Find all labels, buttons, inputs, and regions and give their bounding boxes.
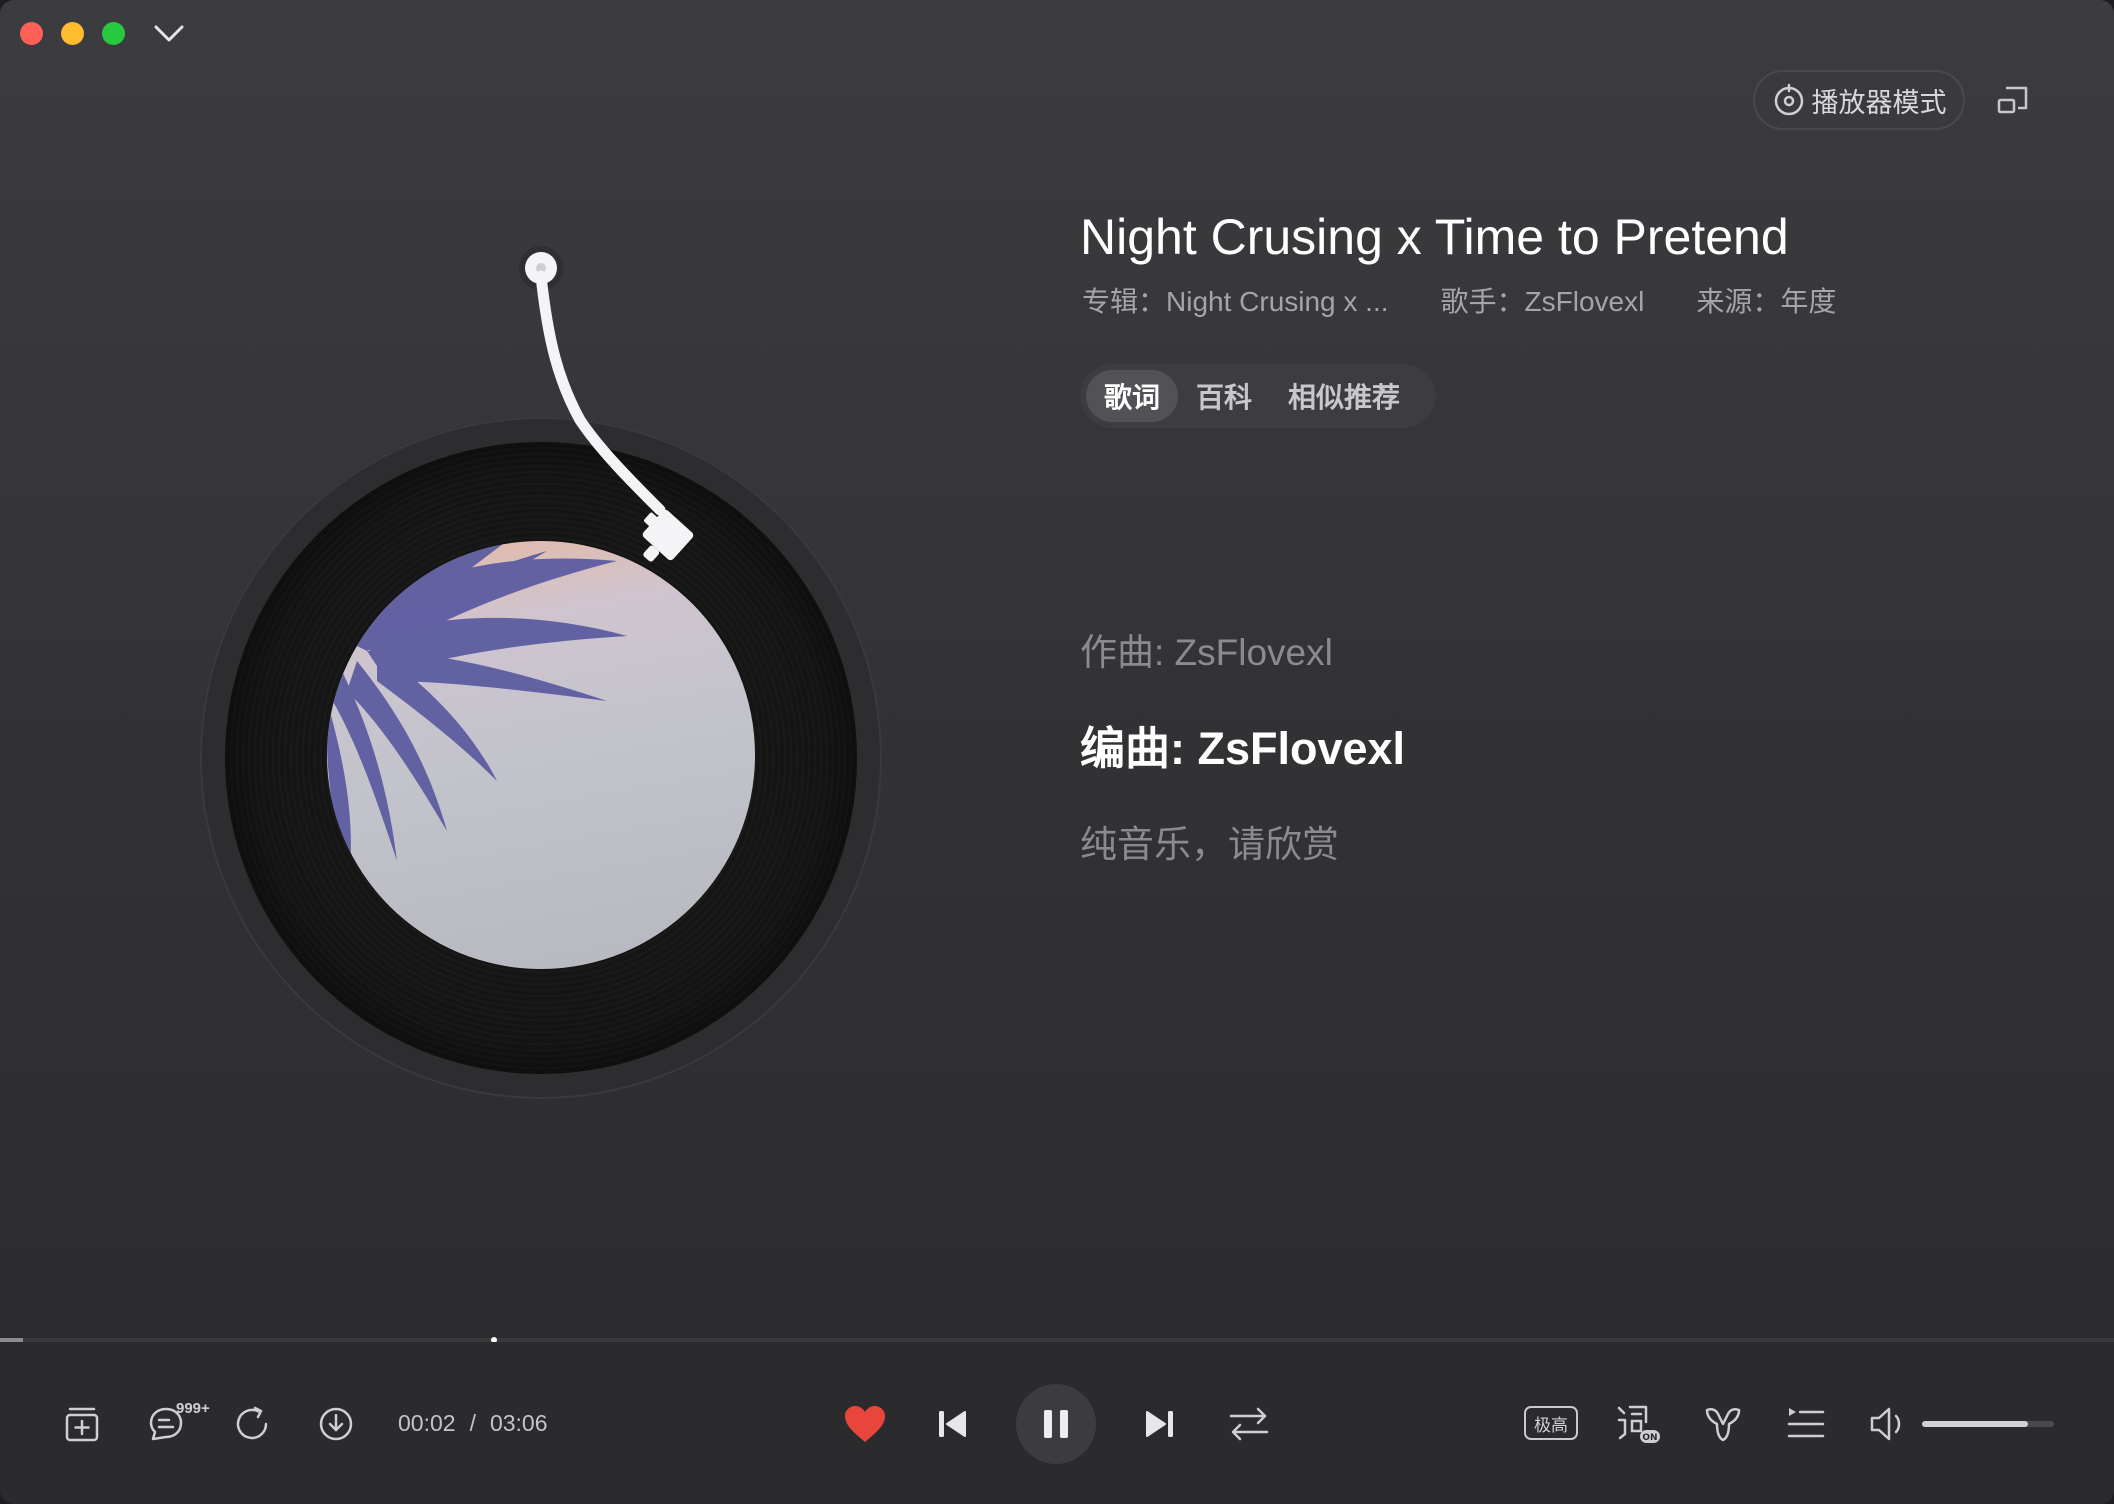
info-tabs: 歌词 百科 相似推荐 — [1080, 364, 1436, 428]
close-window-button[interactable] — [20, 22, 43, 45]
current-time: 00:02 — [398, 1410, 456, 1436]
tonearm — [500, 230, 760, 590]
next-icon — [1146, 1411, 1173, 1437]
heart-icon — [845, 1406, 885, 1442]
time-display: 00:02 / 03:06 — [398, 1410, 548, 1437]
share-icon — [236, 1406, 268, 1440]
next-button[interactable] — [1142, 1406, 1178, 1442]
player-window: 播放器模式 Night Crusing x Time to Pretend 专辑… — [0, 0, 2114, 1504]
lyrics-toggle-button[interactable]: ON — [1616, 1402, 1662, 1446]
player-mode-label: 播放器模式 — [1811, 87, 1947, 118]
playlist-button[interactable] — [1786, 1404, 1826, 1444]
quality-button[interactable]: 极高 — [1524, 1406, 1578, 1440]
total-time: 03:06 — [489, 1410, 548, 1436]
download-button[interactable] — [316, 1404, 356, 1444]
repeat-mode-button[interactable] — [1228, 1404, 1270, 1444]
pause-icon — [1044, 1410, 1068, 1438]
svg-text:ON: ON — [1642, 1433, 1657, 1443]
album-cover — [327, 541, 755, 969]
disc-mode-icon — [1774, 83, 1803, 116]
song-meta: 专辑：Night Crusing x ... 歌手：ZsFlovexl 来源：年… — [1082, 280, 1836, 320]
lyric-line-note: 纯音乐，请欣赏 — [1080, 824, 1339, 865]
pause-button[interactable] — [1016, 1384, 1096, 1464]
previous-icon — [939, 1411, 966, 1437]
tab-encyclopedia[interactable]: 百科 — [1178, 370, 1270, 422]
previous-button[interactable] — [934, 1406, 970, 1442]
time-separator: / — [469, 1410, 476, 1436]
tonearm-graphic — [519, 246, 694, 562]
like-button[interactable] — [842, 1402, 888, 1446]
minimize-window-button[interactable] — [61, 22, 84, 45]
lyrics-toggle-icon: ON — [1617, 1405, 1660, 1443]
tab-lyrics[interactable]: 歌词 — [1086, 370, 1179, 422]
palm-tree-artwork — [327, 541, 627, 901]
lyric-line-arranger: 编曲: ZsFlovexl — [1080, 723, 1406, 774]
add-to-playlist-icon — [65, 1407, 99, 1442]
collapse-player-button[interactable] — [152, 18, 186, 48]
chevron-down-icon — [154, 25, 184, 42]
add-to-playlist-button[interactable] — [62, 1404, 102, 1444]
volume-slider[interactable] — [1922, 1421, 2054, 1427]
sound-effect-button[interactable] — [1702, 1402, 1744, 1446]
artist-link[interactable]: 歌手：ZsFlovexl — [1441, 280, 1645, 320]
comment-count-badge: 999+ — [176, 1400, 210, 1417]
quality-label: 极高 — [1534, 1415, 1568, 1435]
volume-button[interactable] — [1868, 1404, 1908, 1444]
lyric-line-composer: 作曲: ZsFlovexl — [1080, 632, 1333, 673]
volume-icon — [1870, 1407, 1901, 1441]
song-title: Night Crusing x Time to Pretend — [1080, 209, 1789, 265]
volume-fill — [1922, 1421, 2028, 1427]
tab-similar[interactable]: 相似推荐 — [1270, 370, 1418, 422]
repeat-icon — [1229, 1407, 1269, 1441]
mini-window-button[interactable] — [1996, 84, 2030, 116]
mini-window-icon — [1997, 86, 2028, 114]
download-icon — [319, 1407, 353, 1441]
playlist-icon — [1787, 1408, 1825, 1438]
source-link[interactable]: 来源：年度 — [1696, 280, 1836, 320]
sound-effect-icon — [1705, 1407, 1741, 1442]
window-controls — [20, 22, 125, 45]
album-link[interactable]: 专辑：Night Crusing x ... — [1082, 280, 1389, 320]
player-mode-button[interactable]: 播放器模式 — [1753, 70, 1965, 130]
share-button[interactable] — [232, 1404, 272, 1444]
maximize-window-button[interactable] — [102, 22, 125, 45]
